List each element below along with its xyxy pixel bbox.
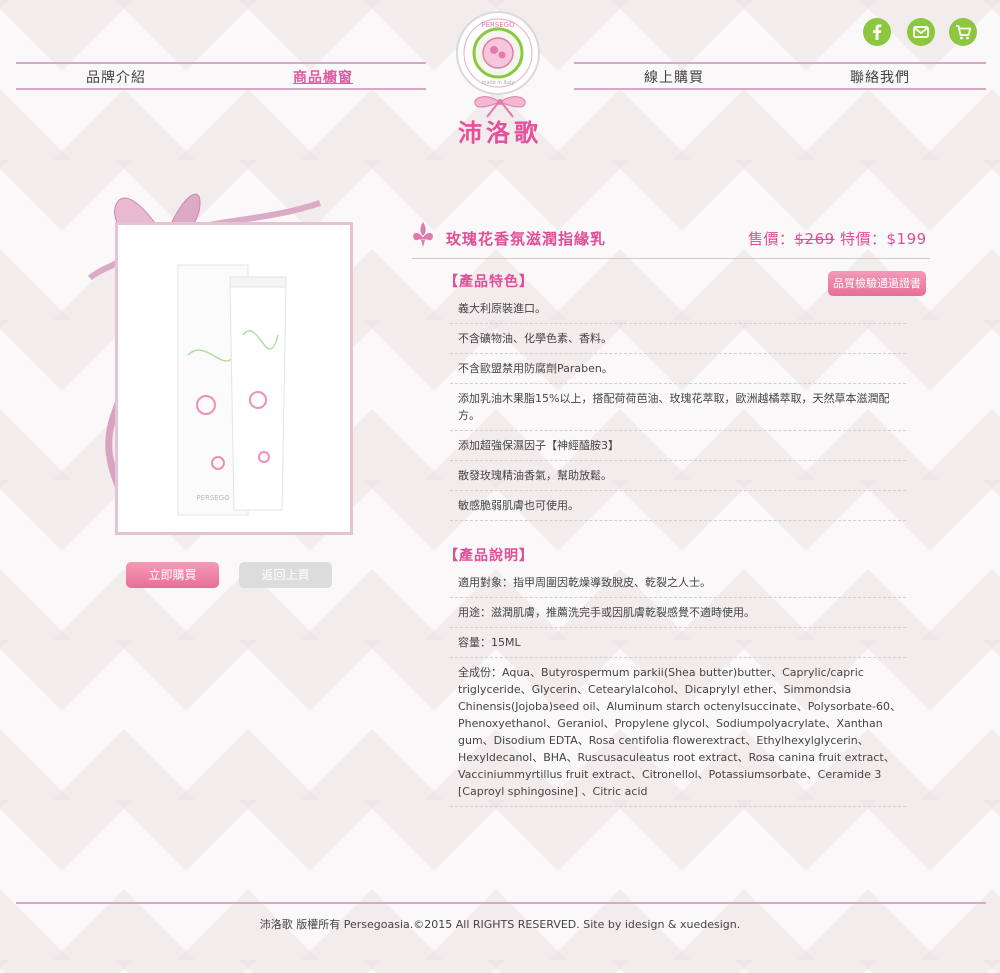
feature-item: 不含歐盟禁用防腐劑Paraben。 [450,354,906,384]
title-divider [412,258,930,259]
brand-logo[interactable]: PERSEGO made in Italy [455,10,545,118]
logo-badge: PERSEGO made in Italy [456,11,540,95]
nav-online-shop[interactable]: 線上購買 [644,67,704,87]
description-heading: 【產品說明】 [444,548,534,564]
nav-contact[interactable]: 聯絡我們 [850,67,910,87]
features-list: 義大利原裝進口。 不含礦物油、化學色素、香料。 不含歐盟禁用防腐劑Paraben。添… [450,294,906,521]
box-brand-text: PERSEGO [196,494,230,502]
price-line: 售價：$269 特價：$199 [748,228,927,249]
product-title: 玫瑰花香氛滋潤指緣乳 [446,230,607,248]
description-item: 全成份：Aqua、Butyrospermum parkii(Shea butte… [450,658,906,807]
special-price: $199 [886,230,927,248]
price-label: 售價： [748,230,795,248]
feature-item: 不含礦物油、化學色素、香料。 [450,324,906,354]
original-price: $269 [794,230,835,248]
footer-copyright: 沛洛歌 版權所有 Persegoasia.©2015 All RIGHTS RE… [259,918,741,931]
feature-item: 敏感脆弱肌膚也可使用。 [450,491,906,521]
brand-chinese-name: 沛洛歌 [458,118,542,147]
footer-divider [16,902,986,904]
features-heading: 【產品特色】 [444,274,534,290]
feature-item: 添加超強保濕因子【神經醯胺3】 [450,431,906,461]
nav-product-window[interactable]: 商品櫥窗 [293,67,353,87]
facebook-icon[interactable] [863,18,891,46]
fleur-de-lis-icon [413,222,433,247]
logo-made-text: made in Italy [482,80,515,86]
nav-bar-left: 品牌介紹 商品櫥窗 [16,62,426,90]
logo-ring-text: PERSEGO [481,21,515,29]
certificate-button[interactable]: 品質檢驗通過證書 [828,271,926,296]
buy-now-button[interactable]: 立即購買 [126,562,219,588]
mail-icon[interactable] [907,18,935,46]
feature-item: 義大利原裝進口。 [450,294,906,324]
description-item: 容量：15ML [450,628,906,658]
product-image: PERSEGO [177,264,287,516]
back-button[interactable]: 返回上頁 [239,562,332,588]
description-item: 用途：滋潤肌膚，推薦洗完手或因肌膚乾裂感覺不適時使用。 [450,598,906,628]
special-price-label: 特價： [834,230,887,248]
nav-brand-intro[interactable]: 品牌介紹 [86,67,146,87]
description-list: 適用對象：指甲周圍因乾燥導致脫皮、乾裂之人士。 用途：滋潤肌膚，推薦洗完手或因肌膚… [450,568,906,807]
nav-bar-right: 線上購買 聯絡我們 [574,62,986,90]
feature-item: 添加乳油木果脂15%以上，搭配荷荷芭油、玫瑰花萃取，歐洲越橘萃取，天然草本滋潤配… [450,384,906,431]
feature-item: 散發玫瑰精油香氣，幫助放鬆。 [450,461,906,491]
cart-icon[interactable] [949,18,977,46]
description-item: 適用對象：指甲周圍因乾燥導致脫皮、乾裂之人士。 [450,568,906,598]
product-image-frame: PERSEGO [115,222,353,535]
